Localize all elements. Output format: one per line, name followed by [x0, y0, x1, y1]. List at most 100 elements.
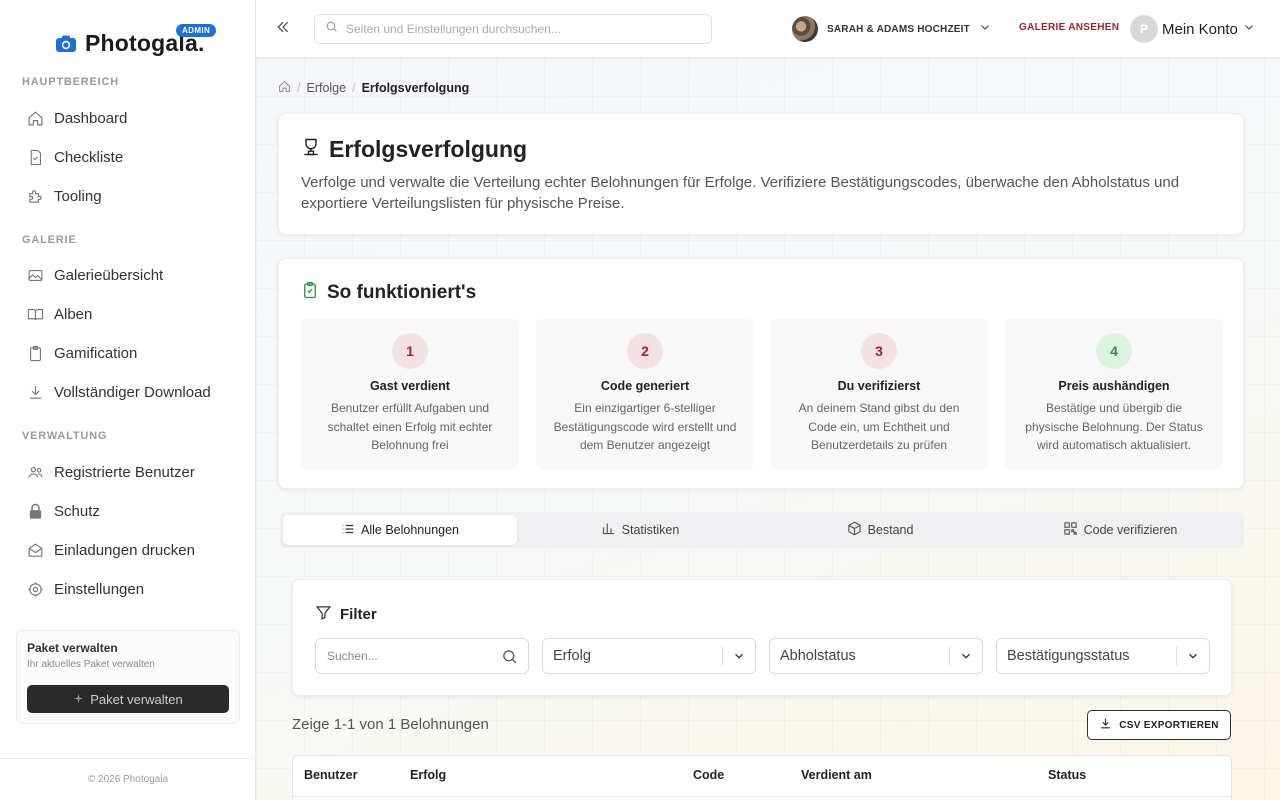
tab-statistics[interactable]: Statistiken — [523, 515, 757, 545]
event-avatar — [792, 16, 818, 42]
sidebar-item-alben[interactable]: Alben — [16, 296, 240, 332]
step-title: Preis aushändigen — [1058, 379, 1170, 393]
step-number: 4 — [1096, 333, 1132, 369]
manage-package-button[interactable]: Paket verwalten — [27, 685, 229, 713]
rewards-tabs: Alle Belohnungen Statistiken Bestand Cod… — [280, 512, 1244, 548]
lock-icon — [26, 502, 44, 520]
collapse-sidebar-button[interactable] — [272, 18, 294, 40]
users-icon — [26, 463, 44, 481]
select-value: Bestätigungsstatus — [1007, 648, 1130, 664]
sidebar-item-download[interactable]: Vollständiger Download — [16, 374, 240, 410]
envelope-icon — [26, 541, 44, 559]
account-menu[interactable]: P Mein Konto — [1130, 14, 1255, 44]
sidebar: Photogala. ADMIN HAUPTBEREICH Dashboard … — [0, 0, 256, 800]
image-icon — [26, 266, 44, 284]
funnel-icon — [315, 604, 332, 625]
chevron-down-icon — [1243, 20, 1255, 38]
home-icon[interactable] — [278, 80, 291, 96]
step-number: 3 — [861, 333, 897, 369]
tab-label: Alle Belohnungen — [361, 523, 459, 537]
step-title: Gast verdient — [370, 379, 450, 393]
chevron-down-icon — [950, 649, 982, 663]
sparkle-icon — [73, 692, 84, 707]
topbar: SARAH & ADAMS HOCHZEIT GALERIE ANSEHEN P… — [256, 0, 1280, 58]
sidebar-item-label: Checkliste — [54, 148, 124, 166]
sidebar-item-benutzer[interactable]: Registrierte Benutzer — [16, 454, 240, 490]
step-number: 1 — [392, 333, 428, 369]
achievement-select[interactable]: Erfolg — [542, 638, 756, 674]
account-label: Mein Konto — [1162, 20, 1238, 38]
sidebar-item-schutz[interactable]: Schutz — [16, 493, 240, 529]
rewards-table: Benutzer Erfolg Code Verdient am Status — [292, 755, 1232, 800]
step-card: 2 Code generiert Ein einzigartiger 6-ste… — [536, 319, 754, 469]
puzzle-icon — [26, 187, 44, 205]
step-text: Ein einzigartiger 6-stelliger Bestätigun… — [553, 401, 737, 452]
event-selector[interactable]: SARAH & ADAMS HOCHZEIT — [792, 15, 991, 43]
page-header-card: Erfolgsverfolgung Verfolge und verwalte … — [278, 113, 1244, 235]
package-title: Paket verwalten — [27, 641, 118, 655]
box-icon — [847, 521, 862, 539]
avatar: P — [1130, 15, 1158, 43]
chevron-down-icon — [979, 20, 991, 38]
search-input[interactable] — [346, 22, 686, 36]
sidebar-item-einladungen[interactable]: Einladungen drucken — [16, 532, 240, 568]
sidebar-item-dashboard[interactable]: Dashboard — [16, 100, 240, 136]
step-text: Bestätige und übergib die physische Belo… — [1025, 401, 1203, 452]
sidebar-item-einstellungen[interactable]: Einstellungen — [16, 571, 240, 607]
download-icon — [1099, 717, 1112, 733]
filter-search-field — [315, 638, 529, 674]
bar-chart-icon — [601, 521, 616, 539]
sidebar-item-label: Vollständiger Download — [54, 383, 211, 401]
filter-card: Filter Erfolg Abholstatus Bestätigungsst… — [292, 579, 1232, 696]
column-header[interactable]: Code — [693, 768, 724, 782]
package-panel: Paket verwalten Ihr aktuelles Paket verw… — [16, 630, 240, 724]
export-csv-label: CSV EXPORTIEREN — [1119, 719, 1219, 731]
search-icon — [325, 20, 338, 38]
export-csv-button[interactable]: CSV EXPORTIEREN — [1087, 710, 1231, 740]
trophy-icon — [301, 137, 321, 162]
sidebar-item-label: Galerieübersicht — [54, 266, 164, 284]
how-it-works-card: So funktioniert's 1 Gast verdient Benutz… — [278, 258, 1244, 489]
step-card: 3 Du verifizierst An deinem Stand gibst … — [770, 319, 988, 469]
column-header[interactable]: Status — [1048, 768, 1086, 782]
tab-inventory[interactable]: Bestand — [763, 515, 997, 545]
step-text: Benutzer erfüllt Aufgaben und schaltet e… — [327, 401, 493, 452]
column-header[interactable]: Benutzer — [304, 768, 357, 782]
breadcrumb: / Erfolge / Erfolgsverfolgung — [278, 80, 469, 96]
tab-verify-code[interactable]: Code verifizieren — [1003, 515, 1237, 545]
sidebar-item-label: Dashboard — [54, 109, 128, 127]
column-header[interactable]: Verdient am — [801, 768, 872, 782]
main-area: SARAH & ADAMS HOCHZEIT GALERIE ANSEHEN P… — [256, 0, 1280, 800]
sidebar-item-label: Alben — [54, 305, 93, 323]
event-name: SARAH & ADAMS HOCHZEIT — [827, 23, 970, 35]
list-icon — [341, 522, 355, 539]
sidebar-item-label: Einladungen drucken — [54, 541, 195, 559]
nav-section-admin: VERWALTUNG — [22, 430, 108, 442]
nav-section-gallery: GALERIE — [22, 234, 77, 246]
column-header[interactable]: Erfolg — [410, 768, 446, 782]
manage-package-label: Paket verwalten — [90, 691, 183, 707]
sidebar-item-checkliste[interactable]: Checkliste — [16, 139, 240, 175]
sidebar-item-tooling[interactable]: Tooling — [16, 178, 240, 214]
admin-badge: ADMIN — [176, 24, 217, 37]
page-description: Verfolge und verwalte die Verteilung ech… — [301, 174, 1180, 212]
step-title: Code generiert — [600, 379, 690, 393]
sidebar-item-label: Gamification — [54, 344, 138, 362]
step-card: 1 Gast verdient Benutzer erfüllt Aufgabe… — [301, 319, 519, 469]
camera-icon — [56, 35, 76, 52]
sidebar-item-label: Registrierte Benutzer — [54, 463, 195, 481]
clipboard-check-icon — [301, 281, 319, 304]
view-gallery-link[interactable]: GALERIE ANSEHEN — [1019, 22, 1119, 33]
filter-search-input[interactable] — [327, 649, 487, 663]
sidebar-item-galerieuebersicht[interactable]: Galerieübersicht — [16, 257, 240, 293]
tab-label: Bestand — [867, 523, 914, 537]
breadcrumb-parent[interactable]: Erfolge — [306, 81, 346, 95]
sidebar-item-label: Einstellungen — [54, 580, 145, 598]
tab-all-rewards[interactable]: Alle Belohnungen — [283, 515, 517, 545]
pickup-status-select[interactable]: Abholstatus — [769, 638, 983, 674]
sidebar-item-gamification[interactable]: Gamification — [16, 335, 240, 371]
step-number: 2 — [627, 333, 663, 369]
gear-icon — [26, 580, 44, 598]
confirmation-status-select[interactable]: Bestätigungsstatus — [996, 638, 1210, 674]
step-text: An deinem Stand gibst du den Code ein, u… — [798, 401, 960, 452]
